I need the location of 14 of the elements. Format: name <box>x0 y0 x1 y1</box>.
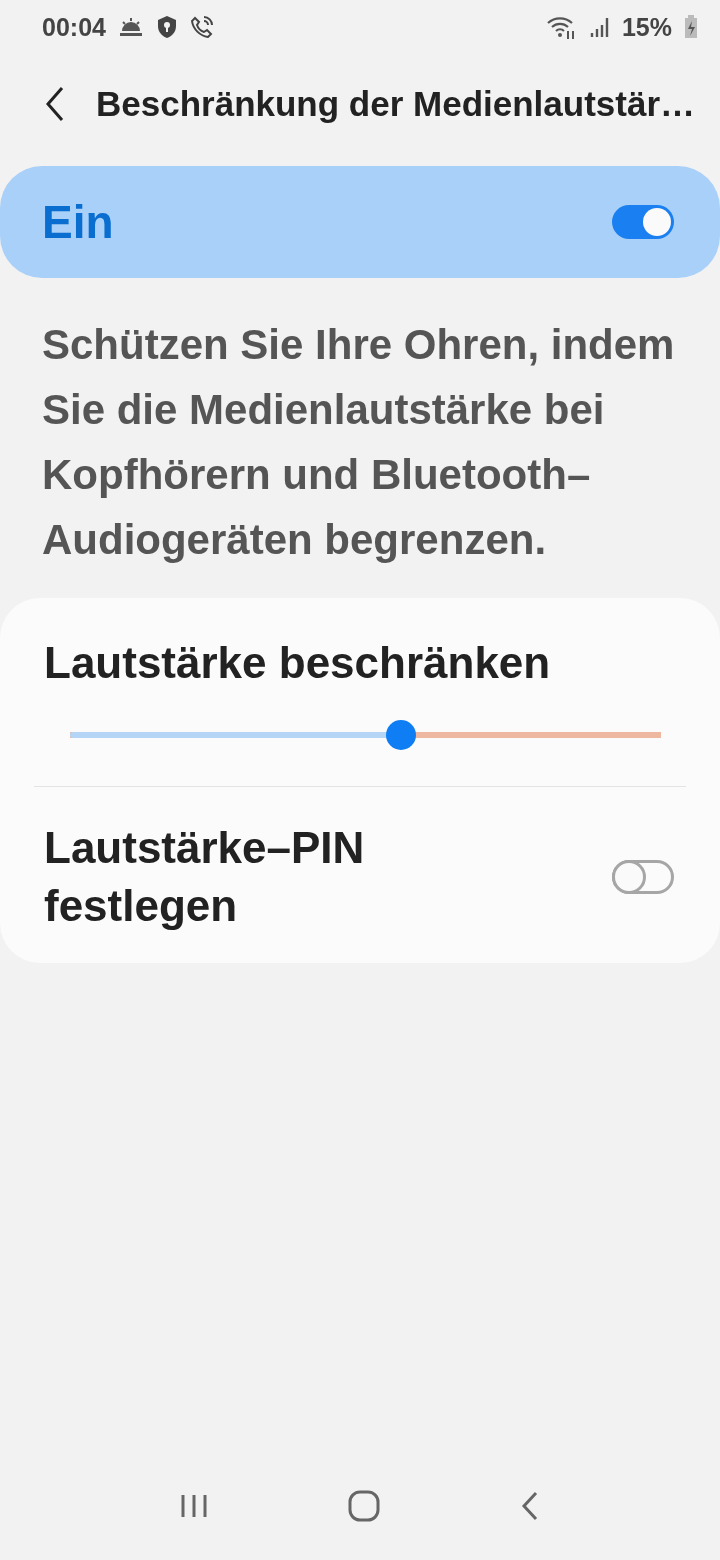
description-text: Schützen Sie Ihre Ohren, indem Sie die Medienlautstärke bei Kopfhörern und Bluetooth–Audiogeräten begrenzen. <box>42 320 676 565</box>
master-switch-bar[interactable]: Ein <box>0 166 720 278</box>
phone-call-icon <box>189 15 214 39</box>
master-switch-label: Ein <box>42 195 115 249</box>
signal-icon <box>589 16 610 38</box>
battery-charging-icon <box>684 15 698 39</box>
shield-icon <box>155 15 178 39</box>
toggle-switch[interactable] <box>612 860 674 894</box>
setting-label: Lautstärke–PIN festlegen <box>44 822 366 932</box>
battery-percentage: 15% <box>621 12 672 42</box>
setting-label: Lautstärke beschränken <box>44 637 552 689</box>
toggle-switch[interactable] <box>612 205 674 239</box>
status-time: 00:04 <box>42 12 106 42</box>
page-title: Beschränkung der Medienlautstär… <box>96 84 696 124</box>
